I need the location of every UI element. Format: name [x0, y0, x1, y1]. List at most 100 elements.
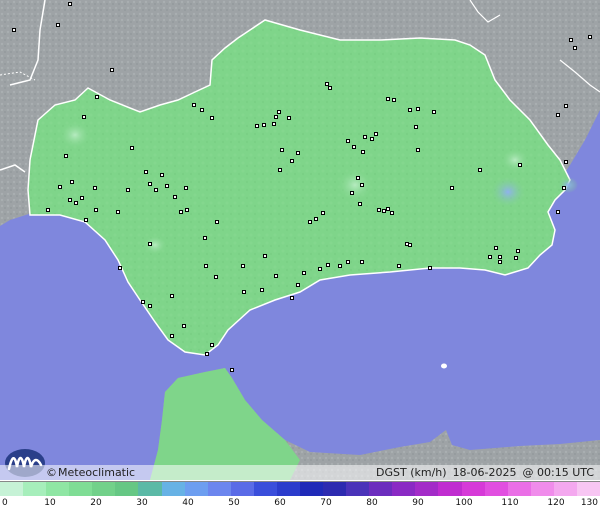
- station-marker: [262, 123, 266, 127]
- station-marker: [241, 264, 245, 268]
- station-marker: [230, 368, 234, 372]
- station-marker: [498, 260, 502, 264]
- station-marker: [192, 103, 196, 107]
- station-marker: [390, 211, 394, 215]
- station-marker: [302, 271, 306, 275]
- station-marker: [130, 146, 134, 150]
- color-bar-segment: [346, 482, 370, 496]
- station-marker: [494, 246, 498, 250]
- station-marker: [588, 35, 592, 39]
- scale-tick-label: 90: [412, 498, 424, 508]
- station-marker: [296, 283, 300, 287]
- color-bar-segment: [530, 482, 554, 496]
- variable-label: DGST (km/h): [376, 466, 447, 479]
- station-marker: [185, 208, 189, 212]
- station-marker: [514, 256, 518, 260]
- station-marker: [200, 108, 204, 112]
- station-marker: [321, 211, 325, 215]
- station-marker: [350, 191, 354, 195]
- scale-tick-label: 40: [182, 498, 194, 508]
- station-marker: [148, 242, 152, 246]
- station-marker: [70, 180, 74, 184]
- station-marker: [116, 210, 120, 214]
- color-bar-segment: [392, 482, 416, 496]
- color-bar-segment: [438, 482, 462, 496]
- station-marker: [338, 264, 342, 268]
- color-bar-segment: [553, 482, 577, 496]
- station-marker: [386, 97, 390, 101]
- color-bar-segment: [461, 482, 485, 496]
- brand-name: Meteoclimatic: [58, 466, 136, 479]
- scale-tick-label: 0: [2, 498, 8, 508]
- station-marker: [308, 220, 312, 224]
- station-marker: [386, 207, 390, 211]
- color-bar-segment: [138, 482, 162, 496]
- station-marker: [210, 343, 214, 347]
- station-marker: [95, 95, 99, 99]
- station-marker: [46, 208, 50, 212]
- station-marker: [242, 290, 246, 294]
- scale-tick-label: 60: [274, 498, 286, 508]
- station-marker: [478, 168, 482, 172]
- station-marker: [432, 110, 436, 114]
- station-marker: [214, 275, 218, 279]
- station-marker: [392, 98, 396, 102]
- station-marker: [58, 185, 62, 189]
- scale-tick-label: 20: [90, 498, 102, 508]
- color-bar-segment: [507, 482, 531, 496]
- pale-spot-2: [337, 169, 373, 201]
- station-marker: [573, 46, 577, 50]
- station-marker: [498, 255, 502, 259]
- color-bar-segment: [415, 482, 439, 496]
- station-marker: [397, 264, 401, 268]
- station-marker: [165, 184, 169, 188]
- station-marker: [556, 113, 560, 117]
- station-marker: [173, 195, 177, 199]
- station-marker: [260, 288, 264, 292]
- station-marker: [562, 186, 566, 190]
- station-marker: [204, 264, 208, 268]
- color-bar-segment: [161, 482, 185, 496]
- station-marker: [290, 296, 294, 300]
- color-bar-segment: [69, 482, 93, 496]
- scale-tick-label: 80: [366, 498, 378, 508]
- station-marker: [141, 300, 145, 304]
- station-marker: [184, 186, 188, 190]
- station-marker: [118, 266, 122, 270]
- station-marker: [179, 210, 183, 214]
- station-marker: [564, 104, 568, 108]
- color-bar-segment: [369, 482, 393, 496]
- weather-map: [0, 0, 600, 480]
- station-marker: [274, 115, 278, 119]
- scale-tick-label: 30: [136, 498, 148, 508]
- color-bar-segment: [323, 482, 347, 496]
- color-bar-segment: [576, 482, 600, 496]
- station-marker: [408, 243, 412, 247]
- color-bar-segment: [115, 482, 139, 496]
- station-marker: [203, 236, 207, 240]
- scale-tick-label: 70: [320, 498, 332, 508]
- station-marker: [205, 352, 209, 356]
- station-marker: [80, 196, 84, 200]
- station-marker: [278, 168, 282, 172]
- station-marker: [274, 274, 278, 278]
- station-marker: [126, 188, 130, 192]
- copyright-mark: ©: [46, 466, 57, 479]
- color-scale: 0 10 20 30 40 50 60 70 80 90 100 110 120 130: [0, 481, 600, 518]
- station-marker: [352, 145, 356, 149]
- pale-spot-3: [59, 121, 91, 149]
- station-marker: [518, 163, 522, 167]
- color-bar-segment: [92, 482, 116, 496]
- station-marker: [154, 188, 158, 192]
- station-marker: [408, 108, 412, 112]
- station-marker: [148, 182, 152, 186]
- date-label: 18-06-2025: [452, 466, 517, 479]
- station-marker: [325, 82, 329, 86]
- color-bar: [0, 482, 600, 496]
- calm-spot-1: [490, 176, 526, 208]
- station-marker: [374, 132, 378, 136]
- color-bar-segment: [23, 482, 47, 496]
- station-marker: [84, 218, 88, 222]
- station-marker: [416, 107, 420, 111]
- pale-spot-4: [143, 235, 167, 255]
